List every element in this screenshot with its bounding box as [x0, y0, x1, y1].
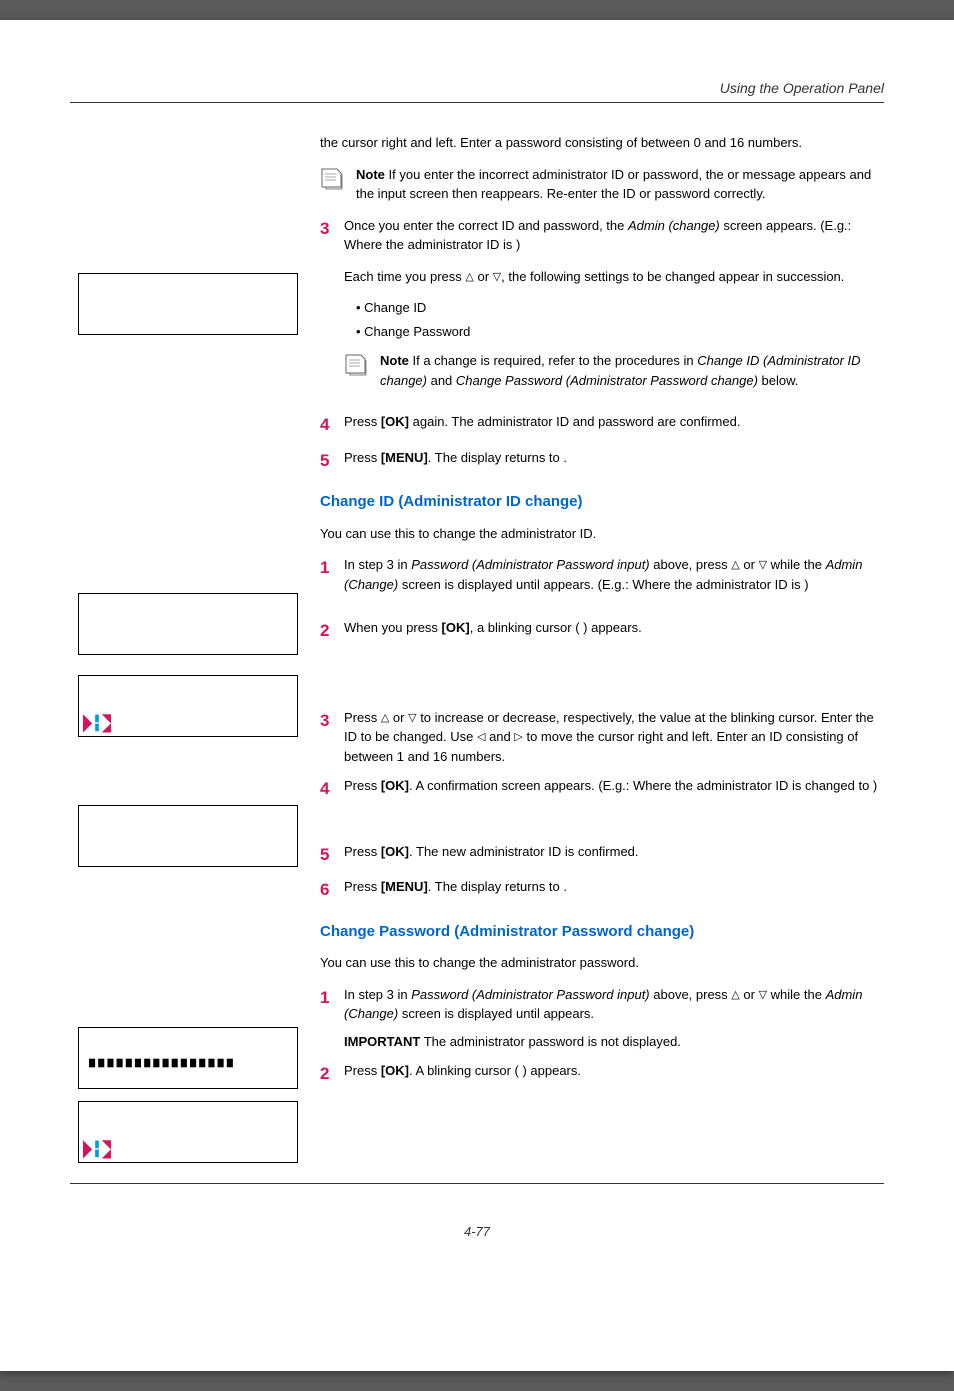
sec2-intro: You can use this to change the administr… — [320, 953, 884, 973]
up-triangle-icon: △ — [731, 559, 739, 571]
step-3-body: Once you enter the correct ID and passwo… — [344, 216, 884, 403]
bottom-rule — [70, 1183, 884, 1184]
sec1-step-2-body: When you press [OK], a blinking cursor (… — [344, 618, 884, 638]
step-number: 2 — [320, 1061, 334, 1087]
password-dots-icon: ∎∎∎∎∎∎∎∎∎∎∎∎∎∎∎∎ — [87, 1054, 234, 1072]
page-header: Using the Operation Panel — [70, 80, 884, 103]
important-note: IMPORTANT The administrator password is … — [344, 1032, 884, 1052]
note-icon — [344, 353, 372, 377]
display-panel-change-id — [78, 593, 298, 655]
sec2-step-2-body: Press [OK]. A blinking cursor ( ) appear… — [344, 1061, 884, 1081]
down-triangle-icon: ▽ — [493, 271, 501, 283]
left-column: ◣▮◥ ◤▮◢ ∎∎∎∎∎∎∎∎∎∎∎∎∎∎∎∎ ◣▮◥ ◤▮◢ — [70, 133, 300, 1163]
step-number: 6 — [320, 877, 334, 903]
display-panel-cursor-2: ◣▮◥ ◤▮◢ — [78, 1101, 298, 1163]
sec1-step-1: 1 In step 3 in Password (Administrator P… — [320, 555, 884, 594]
step-number: 4 — [320, 776, 334, 802]
right-column: the cursor right and left. Enter a passw… — [320, 133, 884, 1163]
step-number: 2 — [320, 618, 334, 644]
cursor-arrows-icon-2: ◣▮◥ ◤▮◢ — [83, 1141, 111, 1160]
step-3: 3 Once you enter the correct ID and pass… — [320, 216, 884, 403]
step-4: 4 Press [OK] again. The administrator ID… — [320, 412, 884, 438]
sec2-step-1-body: In step 3 in Password (Administrator Pas… — [344, 985, 884, 1052]
sec1-step-3-body: Press △ or ▽ to increase or decrease, re… — [344, 708, 884, 767]
sec1-step-2: 2 When you press [OK], a blinking cursor… — [320, 618, 884, 644]
step-5: 5 Press [MENU]. The display returns to . — [320, 448, 884, 474]
display-panel-cursor-1: ◣▮◥ ◤▮◢ — [78, 675, 298, 737]
step-number: 1 — [320, 985, 334, 1011]
sec1-step-5-body: Press [OK]. The new administrator ID is … — [344, 842, 884, 862]
up-triangle-icon: △ — [465, 271, 473, 283]
content-columns: ◣▮◥ ◤▮◢ ∎∎∎∎∎∎∎∎∎∎∎∎∎∎∎∎ ◣▮◥ ◤▮◢ the cur… — [70, 133, 884, 1163]
page-number: 4-77 — [70, 1224, 884, 1239]
down-triangle-icon: ▽ — [408, 712, 416, 724]
display-panel-confirm — [78, 805, 298, 867]
sec1-step-1-body: In step 3 in Password (Administrator Pas… — [344, 555, 884, 594]
note-block-2: Note If a change is required, refer to t… — [344, 351, 884, 390]
down-triangle-icon: ▽ — [759, 989, 767, 1001]
display-panel-password-dots: ∎∎∎∎∎∎∎∎∎∎∎∎∎∎∎∎ — [78, 1027, 298, 1089]
bullet-change-id: Change ID — [356, 298, 884, 318]
step-number: 4 — [320, 412, 334, 438]
cursor-arrows-icon: ◣▮◥ ◤▮◢ — [83, 715, 111, 734]
sec1-step-6-body: Press [MENU]. The display returns to . — [344, 877, 884, 897]
document-page: Using the Operation Panel ◣▮◥ ◤▮◢ ∎∎∎∎∎∎… — [0, 20, 954, 1371]
up-triangle-icon: △ — [731, 989, 739, 1001]
sec2-step-2: 2 Press [OK]. A blinking cursor ( ) appe… — [320, 1061, 884, 1087]
sec1-step-6: 6 Press [MENU]. The display returns to . — [320, 877, 884, 903]
display-panel-admin — [78, 273, 298, 335]
note-icon — [320, 167, 348, 191]
step-5-body: Press [MENU]. The display returns to . — [344, 448, 884, 469]
step-number: 5 — [320, 842, 334, 868]
sec1-intro: You can use this to change the administr… — [320, 524, 884, 544]
sec1-step-4-body: Press [OK]. A confirmation screen appear… — [344, 776, 884, 796]
note-1-text: Note If you enter the incorrect administ… — [356, 165, 884, 204]
note-block-1: Note If you enter the incorrect administ… — [320, 165, 884, 204]
note-2-text: Note If a change is required, refer to t… — [380, 351, 884, 390]
sec2-step-1: 1 In step 3 in Password (Administrator P… — [320, 985, 884, 1052]
right-triangle-icon: ▷ — [514, 731, 522, 743]
sec1-step-4: 4 Press [OK]. A confirmation screen appe… — [320, 776, 884, 802]
intro-paragraph: the cursor right and left. Enter a passw… — [320, 133, 884, 153]
sec1-step-5: 5 Press [OK]. The new administrator ID i… — [320, 842, 884, 868]
heading-change-id: Change ID (Administrator ID change) — [320, 491, 884, 514]
step-number: 5 — [320, 448, 334, 474]
step-number: 3 — [320, 216, 334, 242]
heading-change-password: Change Password (Administrator Password … — [320, 921, 884, 944]
step-4-body: Press [OK] again. The administrator ID a… — [344, 412, 884, 432]
sec1-step-3: 3 Press △ or ▽ to increase or decrease, … — [320, 708, 884, 767]
step-number: 3 — [320, 708, 334, 734]
step-number: 1 — [320, 555, 334, 581]
bullet-change-password: Change Password — [356, 322, 884, 342]
down-triangle-icon: ▽ — [759, 559, 767, 571]
